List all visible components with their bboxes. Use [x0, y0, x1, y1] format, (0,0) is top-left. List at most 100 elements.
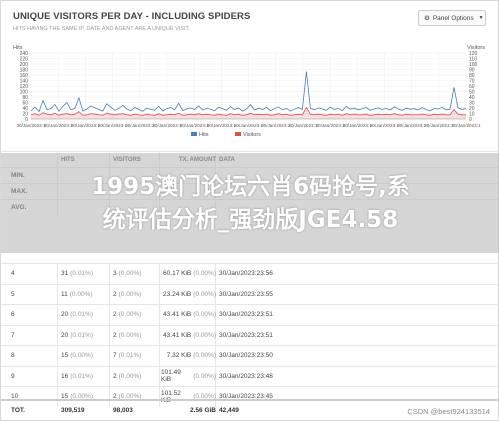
overlay-text: 1995澳门论坛六肖6码抢号,系 统评估分析_强劲版JGE4.58	[1, 171, 499, 237]
x-tick-label: 30/Jan/2023:1	[316, 123, 346, 128]
total-data: 42,449	[219, 407, 239, 414]
x-tick-label: 30/Jan/2023:1	[71, 123, 101, 128]
visitors-panel: UNIQUE VISITORS PER DAY - INCLUDING SPID…	[0, 0, 499, 421]
tx-percent: (0.00%)	[193, 331, 216, 339]
table-row: 9 16 (0.01%) 2 (0.00%) 101.49 KiB (0.00%) 30/Ja…	[1, 365, 499, 387]
column-separator	[159, 346, 160, 366]
visitors-percent: (0.00%)	[118, 331, 142, 339]
column-separator	[57, 305, 58, 325]
tx-percent: (0.00%)	[193, 372, 216, 380]
row-tx: 43.41 KiB (0.00%)	[161, 326, 216, 346]
legend-swatch	[235, 132, 241, 136]
row-tx: 101.49 KiB (0.00%)	[161, 367, 216, 387]
table-row: 6 20 (0.01%) 2 (0.00%) 43.41 KiB (0.00%) 30/Jan…	[1, 304, 499, 325]
row-date: 30/Jan/2023:23:51	[219, 331, 273, 339]
row-date: 30/Jan/2023:23:48	[219, 372, 273, 380]
visitors-chart: Hits Visitors 240 120 220 110 200 100 180 90 160 80…	[1, 39, 499, 151]
row-visitors: 7 (0.01%)	[113, 346, 158, 366]
column-separator	[159, 305, 160, 325]
visitors-percent: (0.00%)	[118, 270, 142, 278]
x-tick-label: 30/Jan/2023:1	[125, 123, 155, 128]
hits-percent: (0.01%)	[70, 270, 93, 278]
table-row: 7 20 (0.01%) 2 (0.00%) 43.41 KiB (0.00%) 30/Jan…	[1, 324, 499, 346]
table-row: 4 31 (0.01%) 3 (0.00%) 60.17 KiB (0.00%) 30/Jan…	[1, 263, 499, 284]
panel-title: UNIQUE VISITORS PER DAY - INCLUDING SPID…	[13, 11, 251, 22]
x-tick-label: 30/Jan/2023:1	[44, 123, 74, 128]
visitors-percent: (0.01%)	[118, 352, 142, 360]
x-tick-label: 30/Jan/2023:1	[343, 123, 373, 128]
row-date: 30/Jan/2023:23:55	[219, 290, 273, 298]
tx-percent: (0.00%)	[193, 270, 216, 278]
tx-value: 60.17 KiB	[163, 270, 192, 278]
hits-percent: (0.01%)	[70, 331, 93, 339]
total-hits: 309,519	[61, 407, 85, 414]
visitors-value: 2	[113, 311, 117, 319]
visitors-chart-svg: Hits Visitors240 120220 110200 100180 90160 80…	[13, 45, 485, 138]
x-tick-label: 30/Jan/2023:1	[234, 123, 264, 128]
overlay-line-1: 1995澳门论坛六肖6码抢号,系	[91, 174, 410, 200]
row-visitors: 2 (0.00%)	[113, 285, 158, 305]
legend-label: Visitors	[243, 132, 261, 138]
x-tick-label: 30/Jan/2023:1	[261, 123, 291, 128]
hits-value: 15	[61, 352, 69, 360]
row-date: 30/Jan/2023:23:56	[219, 270, 273, 278]
row-visitors: 2 (0.00%)	[113, 367, 158, 387]
visitors-value: 3	[113, 270, 117, 278]
x-tick-label: 30/Jan/2023:1	[180, 123, 210, 128]
gear-icon: ⚙	[424, 15, 430, 22]
tx-value: 101.49 KiB	[161, 369, 181, 384]
hits-value: 16	[61, 372, 69, 380]
row-index: 4	[11, 270, 15, 278]
hits-value: 31	[61, 270, 69, 278]
visitors-percent: (0.00%)	[118, 290, 142, 298]
tx-percent: (0.00%)	[193, 352, 216, 360]
row-index: 6	[11, 311, 15, 319]
visitors-percent: (0.00%)	[118, 372, 142, 380]
row-tx: 23.24 KiB (0.00%)	[161, 285, 216, 305]
overlay-line-2: 统评估分析_强劲版JGE4.58	[102, 207, 399, 233]
legend-label: Hits	[199, 132, 209, 138]
x-tick-label: 30/Jan/2023:1	[98, 123, 128, 128]
column-separator	[57, 284, 58, 304]
table-row: 5 11 (0.00%) 2 (0.00%) 23.24 KiB (0.00%) 30/Jan…	[1, 283, 499, 305]
hits-value: 11	[61, 290, 68, 298]
row-index: 9	[11, 372, 15, 380]
row-index: 7	[11, 331, 15, 339]
row-hits: 15 (0.00%)	[61, 346, 111, 366]
column-separator	[57, 346, 58, 366]
row-visitors: 2 (0.00%)	[113, 305, 158, 325]
tx-percent: (0.00%)	[193, 311, 216, 319]
total-label: TOT.	[11, 407, 25, 414]
hits-percent: (0.01%)	[70, 311, 93, 319]
total-visitors: 98,003	[113, 407, 133, 414]
tx-value: 43.41 KiB	[163, 331, 192, 339]
row-hits: 31 (0.01%)	[61, 264, 111, 284]
x-tick-label: 30/Jan/2023:1	[16, 123, 46, 128]
caret-down-icon: ▼	[478, 15, 484, 21]
total-tx: 2.56 GiB	[189, 407, 216, 414]
row-hits: 16 (0.01%)	[61, 367, 111, 387]
column-separator	[159, 264, 160, 284]
row-hits: 20 (0.01%)	[61, 326, 111, 346]
row-tx: 7.32 KiB (0.00%)	[161, 346, 216, 366]
visitors-value: 7	[113, 352, 117, 360]
x-tick-label: 30/Jan/2023:1	[370, 123, 400, 128]
x-tick-label: 30/Jan/2023:1	[424, 123, 454, 128]
hits-percent: (0.00%)	[69, 290, 93, 298]
panel-options-button[interactable]: ⚙ Panel Options ▼	[418, 10, 486, 26]
hits-value: 20	[61, 331, 69, 339]
column-separator	[159, 284, 160, 304]
visitors-value: 2	[113, 290, 117, 298]
row-visitors: 3 (0.00%)	[113, 264, 158, 284]
table-row: 8 15 (0.00%) 7 (0.01%) 7.32 KiB (0.00%) 30/Jan/…	[1, 345, 499, 366]
column-separator	[57, 366, 58, 386]
row-visitors: 2 (0.00%)	[113, 326, 158, 346]
x-tick-label: 30/Jan/2023:1	[152, 123, 182, 128]
x-tick-label: 30/Jan/2023:1	[207, 123, 237, 128]
panel-subtitle: HITS HAVING THE SAME IP, DATE AND AGENT …	[13, 26, 190, 32]
row-index: 5	[11, 290, 15, 298]
row-hits: 11 (0.00%)	[61, 285, 111, 305]
row-date: 30/Jan/2023:23:50	[219, 352, 273, 360]
column-separator	[159, 325, 160, 345]
hits-percent: (0.00%)	[70, 352, 93, 360]
